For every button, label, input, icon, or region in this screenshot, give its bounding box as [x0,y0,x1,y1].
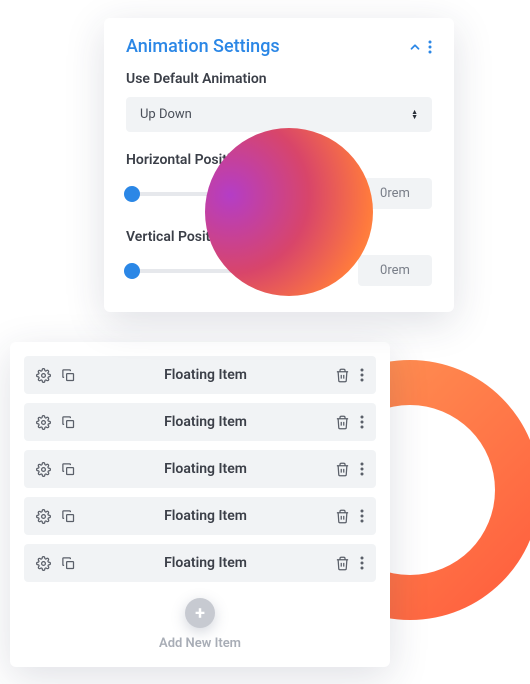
row-actions-right [335,415,364,430]
horizontal-slider-wrap: 0rem [126,178,432,209]
item-label: Floating Item [76,508,335,524]
list-item[interactable]: Floating Item [24,403,376,441]
item-label: Floating Item [76,367,335,383]
trash-icon[interactable] [335,415,350,430]
more-icon[interactable] [360,462,364,476]
more-icon[interactable] [360,556,364,570]
gear-icon[interactable] [36,509,51,524]
list-item[interactable]: Floating Item [24,356,376,394]
vertical-slider[interactable] [126,269,346,273]
add-item-wrap: + Add New Item [24,598,376,651]
add-item-button[interactable]: + [185,598,215,628]
gear-icon[interactable] [36,462,51,477]
horizontal-position-label: Horizontal Position [126,152,432,168]
select-value: Up Down [140,107,192,122]
horizontal-value-input[interactable]: 0rem [358,178,432,209]
row-actions-left [36,462,76,477]
items-list-card: Floating Item Floating Item Floating Item F… [10,342,390,667]
gear-icon[interactable] [36,368,51,383]
more-icon[interactable] [428,40,432,54]
more-icon[interactable] [360,368,364,382]
duplicate-icon[interactable] [61,556,76,571]
item-label: Floating Item [76,555,335,571]
row-actions-right [335,368,364,383]
animation-settings-card: Animation Settings Use Default Animation… [104,18,454,312]
trash-icon[interactable] [335,556,350,571]
default-animation-label: Use Default Animation [126,71,432,87]
vertical-position-label: Vertical Position [126,229,432,245]
card-title: Animation Settings [126,36,280,57]
duplicate-icon[interactable] [61,462,76,477]
vertical-slider-knob[interactable] [124,263,140,279]
header-actions [408,40,432,54]
row-actions-left [36,415,76,430]
gear-icon[interactable] [36,415,51,430]
vertical-value-input[interactable]: 0rem [358,255,432,286]
trash-icon[interactable] [335,462,350,477]
row-actions-right [335,462,364,477]
item-label: Floating Item [76,414,335,430]
row-actions-left [36,368,76,383]
horizontal-slider-knob[interactable] [124,186,140,202]
row-actions-left [36,509,76,524]
gear-icon[interactable] [36,556,51,571]
list-item[interactable]: Floating Item [24,450,376,488]
row-actions-right [335,509,364,524]
duplicate-icon[interactable] [61,509,76,524]
duplicate-icon[interactable] [61,368,76,383]
card-header: Animation Settings [126,36,432,57]
select-caret-icon: ▲▼ [411,110,418,120]
trash-icon[interactable] [335,509,350,524]
row-actions-left [36,556,76,571]
more-icon[interactable] [360,509,364,523]
default-animation-select[interactable]: Up Down ▲▼ [126,97,432,132]
row-actions-right [335,556,364,571]
horizontal-slider[interactable] [126,192,346,196]
add-item-label: Add New Item [24,636,376,651]
item-label: Floating Item [76,461,335,477]
more-icon[interactable] [360,415,364,429]
collapse-icon[interactable] [408,40,422,54]
list-item[interactable]: Floating Item [24,497,376,535]
duplicate-icon[interactable] [61,415,76,430]
trash-icon[interactable] [335,368,350,383]
vertical-slider-wrap: 0rem [126,255,432,286]
list-item[interactable]: Floating Item [24,544,376,582]
